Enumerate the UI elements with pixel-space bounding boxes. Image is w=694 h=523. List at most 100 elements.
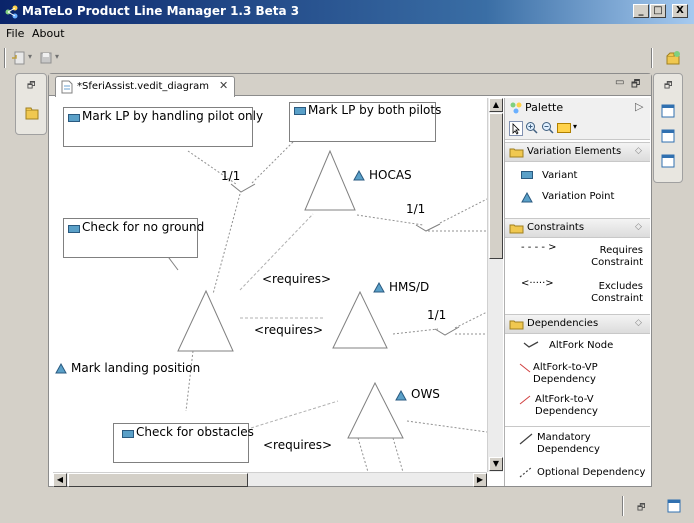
menu-about[interactable]: About [32, 27, 65, 40]
scroll-thumb[interactable] [68, 473, 248, 487]
view-icon[interactable] [667, 499, 681, 513]
chevron-down-icon[interactable]: ▾ [573, 122, 577, 131]
variant-box[interactable]: Mark LP by handling pilot only [63, 107, 263, 147]
diagram-canvas[interactable]: Mark LP by handling pilot only Mark LP b… [53, 98, 488, 472]
vp-icon [521, 192, 533, 203]
variant-label: Mark LP by both pilots [308, 103, 442, 117]
vp-icon [353, 170, 365, 181]
menu-file[interactable]: File [6, 27, 24, 40]
minimize-view-icon[interactable]: ▭ [615, 77, 624, 88]
vp-icon [395, 390, 407, 401]
status-bar: 🗗 [0, 492, 694, 523]
scroll-thumb[interactable] [489, 113, 503, 259]
zoom-out-icon[interactable] [541, 121, 554, 134]
palette-header: Palette ▷ [505, 98, 650, 118]
fork-cardinality: 1/1 [221, 169, 241, 183]
vp-triangle-hmsd[interactable] [332, 290, 388, 349]
vp-triangle-mark-landing[interactable] [177, 289, 234, 352]
select-tool-icon[interactable] [509, 121, 523, 136]
fork-cardinality: 1/1 [406, 202, 426, 216]
drawer-variation-elements[interactable]: Variation Elements ◇ [505, 142, 650, 162]
vp-triangle-hocas[interactable] [304, 149, 356, 211]
close-button[interactable]: X [672, 4, 688, 18]
chevron-down-icon[interactable]: ▾ [55, 52, 59, 61]
drawer-constraints[interactable]: Constraints ◇ [505, 218, 650, 238]
palette-title: Palette [525, 101, 564, 114]
right-trim-stack: 🗗 [653, 73, 683, 183]
requires-arrow-icon: - - - - > [521, 242, 557, 253]
vp-icon [373, 282, 385, 293]
maximize-view-icon[interactable]: 🗗 [631, 77, 640, 94]
palette-entry-mandatory[interactable]: Mandatory Dependency [537, 432, 647, 456]
menu-bar: File About [0, 25, 694, 43]
palette-entry-variation-point[interactable]: Variation Point [542, 191, 614, 203]
palette-entry-variant[interactable]: Variant [542, 170, 577, 182]
palette: Palette ▷ ▾ Variation Elements ◇ Variant… [504, 98, 650, 486]
variant-box[interactable]: Check for obstacles [113, 423, 254, 463]
drawer-toggle-icon[interactable]: ◇ [635, 318, 642, 328]
vp-icon [55, 363, 67, 374]
tab-sferiassist-diagram[interactable]: *SferiAssist.vedit_diagram ✕ [55, 76, 235, 97]
drawer-toggle-icon[interactable]: ◇ [635, 222, 642, 232]
diagram-editor: *SferiAssist.vedit_diagram ✕ ▭ 🗗 Mark LP… [48, 73, 652, 487]
requires-label: <requires> [254, 323, 324, 337]
altfork-node[interactable] [230, 183, 256, 193]
palette-entry-altfork-vp[interactable]: AltFork-to-VP Dependency [533, 362, 648, 386]
vp-label: HMS/D [389, 280, 430, 294]
optional-icon [519, 466, 533, 478]
window-title: MaTeLo Product Line Manager 1.3 Beta 3 [22, 4, 300, 18]
drawer-toggle-icon[interactable]: ◇ [635, 146, 642, 156]
scroll-down-button[interactable]: ▼ [489, 457, 503, 471]
variant-icon [68, 225, 80, 233]
palette-icon [510, 102, 522, 114]
palette-entry-excludes[interactable]: Excludes Constraint [563, 281, 643, 305]
palette-entry-altfork-node[interactable]: AltFork Node [549, 340, 613, 352]
altfork-vp-icon [519, 363, 531, 373]
minimize-button[interactable]: _ [633, 4, 649, 18]
palette-divider [505, 426, 650, 427]
restore-icon[interactable]: 🗗 [27, 78, 35, 94]
editor-tab-bar: *SferiAssist.vedit_diagram ✕ ▭ 🗗 [49, 74, 651, 97]
variant-icon [68, 114, 80, 122]
folder-view-icon[interactable] [24, 106, 40, 122]
variant-icon [521, 171, 533, 179]
palette-entry-requires[interactable]: Requires Constraint [563, 245, 643, 269]
open-perspective-icon[interactable] [664, 49, 682, 67]
variant-icon [294, 107, 306, 115]
save-icon[interactable] [37, 49, 55, 67]
drawer-label: Dependencies [527, 318, 599, 329]
folder-icon [509, 224, 524, 234]
vp-label: HOCAS [369, 168, 412, 182]
variant-label: Mark LP by handling pilot only [82, 109, 264, 123]
variant-box[interactable]: Mark LP by both pilots [289, 102, 441, 142]
drawer-dependencies[interactable]: Dependencies ◇ [505, 314, 650, 334]
view-icon[interactable] [661, 104, 675, 118]
horizontal-scrollbar[interactable]: ◀ ▶ [53, 472, 487, 487]
palette-entry-altfork-v[interactable]: AltFork-to-V Dependency [535, 394, 645, 418]
vertical-scrollbar[interactable]: ▲ ▼ [487, 98, 503, 472]
drawer-label: Variation Elements [527, 146, 622, 157]
view-icon[interactable] [661, 129, 675, 143]
drawer-label: Constraints [527, 222, 585, 233]
altfork-node[interactable] [415, 223, 441, 232]
scroll-right-button[interactable]: ▶ [473, 473, 487, 487]
tab-label: *SferiAssist.vedit_diagram [77, 81, 209, 92]
variant-box[interactable]: Check for no ground [63, 218, 204, 258]
altfork-v-icon [519, 395, 531, 405]
chevron-down-icon[interactable]: ▾ [28, 52, 32, 61]
tab-close-icon[interactable]: ✕ [219, 79, 228, 92]
scroll-left-button[interactable]: ◀ [53, 473, 67, 487]
variant-label: Check for no ground [82, 220, 205, 234]
view-icon[interactable] [661, 154, 675, 168]
new-file-icon[interactable] [10, 49, 28, 67]
toolbar-separator [4, 48, 6, 68]
palette-entry-optional[interactable]: Optional Dependency [537, 467, 650, 479]
restore-icon[interactable]: 🗗 [664, 78, 672, 94]
maximize-button[interactable]: □ [650, 4, 666, 18]
folder-icon [509, 320, 524, 330]
restore-icon[interactable]: 🗗 [637, 500, 645, 516]
palette-collapse-icon[interactable]: ▷ [635, 100, 643, 113]
note-tool-icon[interactable] [557, 123, 571, 133]
zoom-in-icon[interactable] [525, 121, 538, 134]
scroll-up-button[interactable]: ▲ [489, 98, 503, 112]
